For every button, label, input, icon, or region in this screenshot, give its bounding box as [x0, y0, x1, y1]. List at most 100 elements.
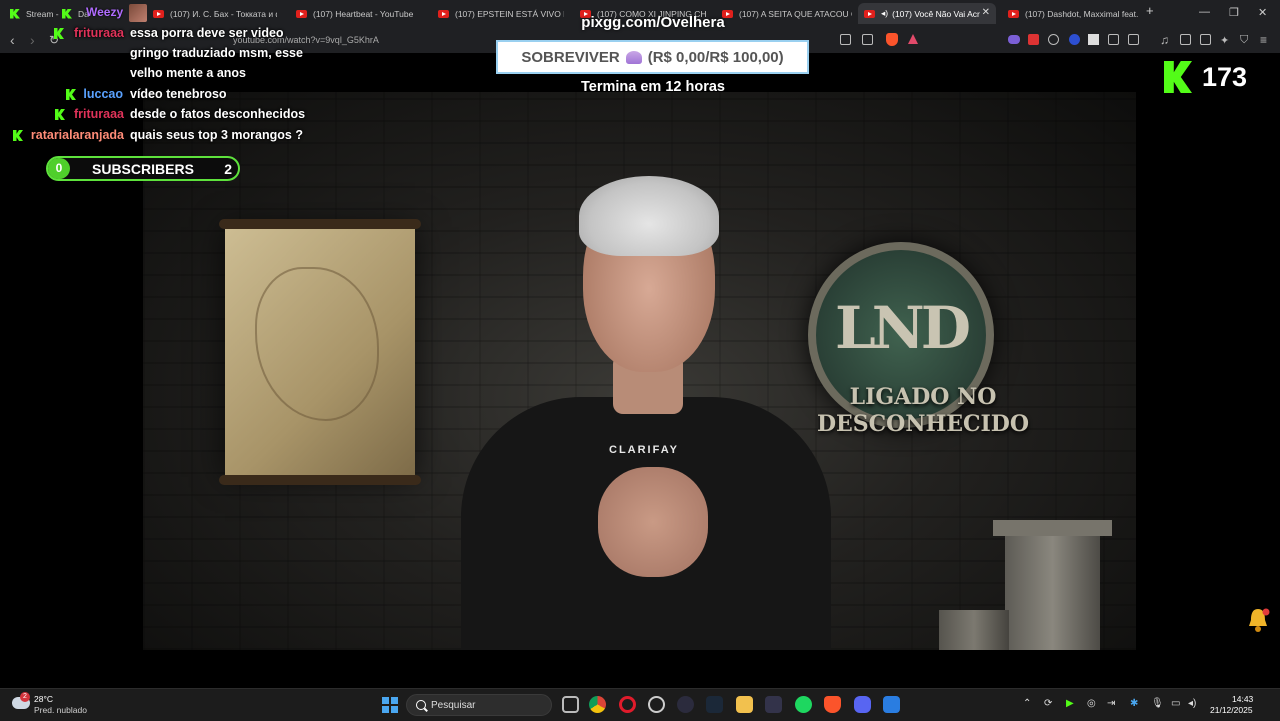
steam-icon[interactable]: [706, 696, 723, 713]
tab-epstein[interactable]: (107) EPSTEIN ESTÁ VIVO E EU: [432, 3, 564, 24]
extension-icon[interactable]: [1088, 34, 1099, 45]
wallet-icon[interactable]: [1200, 34, 1211, 45]
app-icon[interactable]: [765, 696, 782, 713]
close-tab-icon[interactable]: ✕: [982, 7, 990, 18]
bell-icon: [1246, 607, 1270, 633]
tab-bach[interactable]: (107) И. С. Бах - Токката и фу: [147, 3, 277, 24]
tab-label: (107) Heartbeat - YouTube: [313, 8, 414, 19]
clock-time[interactable]: 14:43: [1232, 694, 1253, 704]
youtube-icon: [438, 9, 449, 18]
new-tab-button[interactable]: +: [1146, 3, 1154, 18]
subscriber-goal-bar: 0 SUBSCRIBERS 2: [46, 156, 240, 181]
reading-mode-icon[interactable]: [1128, 34, 1139, 45]
forward-icon[interactable]: ›: [30, 32, 35, 48]
chat-text: quais seus top 3 morangos ?: [130, 128, 303, 142]
goal-label: SOBREVIVER: [521, 48, 620, 66]
brave-shield-icon[interactable]: [886, 33, 898, 46]
app-icon[interactable]: [648, 696, 665, 713]
chat-text: essa porra deve ser video: [130, 26, 284, 40]
leo-ai-icon[interactable]: ✦: [1220, 34, 1229, 47]
praying-hands-icon: [625, 50, 642, 64]
weather-temp[interactable]: 28°C: [34, 694, 53, 704]
tab-stream[interactable]: Stream -: [4, 3, 60, 24]
donation-goal-box: SOBREVIVER (R$ 0,00/R$ 100,00): [496, 40, 809, 74]
puzzle-icon[interactable]: [1108, 34, 1119, 45]
kick-badge-icon: [66, 89, 76, 100]
taskbar-search[interactable]: Pesquisar: [406, 694, 552, 716]
tray-icon[interactable]: ⇥: [1107, 698, 1115, 709]
vpn-shield-icon[interactable]: ⛉: [1240, 34, 1248, 47]
chat-text: desde o fatos desconhecidos: [130, 107, 306, 121]
tab-label: (107) Você Não Vai Acr: [892, 8, 980, 19]
tray-icon[interactable]: ◎: [1087, 698, 1096, 709]
chat-username: frituraaa: [73, 26, 124, 40]
brave-icon[interactable]: [824, 696, 841, 713]
windows-taskbar: 2 28°C Pred. nublado Pesquisar ⌃ ⟳ ▶ ◎ ⇥…: [0, 688, 1280, 721]
tab-label: (107) EPSTEIN ESTÁ VIVO E EU: [455, 8, 564, 19]
stone-pillar: [993, 520, 1112, 650]
map-scroll: [219, 219, 421, 485]
youtube-icon: [1008, 9, 1019, 18]
extension-icon[interactable]: [1028, 34, 1039, 45]
file-explorer-icon[interactable]: [736, 696, 753, 713]
bluetooth-icon[interactable]: ✱: [1130, 698, 1138, 709]
share-icon[interactable]: [862, 34, 873, 45]
microphone-icon[interactable]: 🎙: [1151, 698, 1164, 709]
extension-icon[interactable]: [1069, 34, 1080, 45]
tray-play-icon[interactable]: ▶: [1066, 698, 1074, 709]
subs-goal: 2: [224, 161, 232, 177]
subs-label: SUBSCRIBERS: [92, 161, 194, 177]
stone-pillar: [939, 610, 1009, 650]
spotify-icon[interactable]: [795, 696, 812, 713]
tab-active-video[interactable]: ◂) (107) Você Não Vai Acr ✕: [858, 3, 996, 24]
clock-date[interactable]: 21/12/2025: [1210, 705, 1253, 715]
close-window-icon[interactable]: ✕: [1258, 6, 1267, 19]
extension-icon[interactable]: [1008, 35, 1020, 44]
extension-icon[interactable]: [1048, 34, 1059, 45]
speaker-icon: ◂): [881, 8, 889, 18]
weather-badge: 2: [20, 692, 30, 702]
tab-label: Stream -: [26, 8, 59, 19]
goal-amount: (R$ 0,00/R$ 100,00): [647, 48, 784, 66]
sidebar-icon[interactable]: [1180, 34, 1191, 45]
discord-icon[interactable]: [854, 696, 871, 713]
video-player[interactable]: LND LIGADO NO DESCONHECIDO CLARIFAY: [143, 92, 1136, 650]
volume-icon[interactable]: ◂): [1188, 698, 1196, 709]
app-icon[interactable]: [677, 696, 694, 713]
chat-text: gringo traduziado msm, esse: [130, 46, 303, 60]
streamer-tag: Weezy: [86, 5, 124, 19]
tab-dashdot[interactable]: (107) Dashdot, Maxximal feat.: [1002, 3, 1138, 24]
presenter-hair: [579, 176, 719, 256]
start-button[interactable]: [382, 697, 398, 713]
tray-icon[interactable]: ⟳: [1044, 698, 1052, 709]
app-icon[interactable]: [883, 696, 900, 713]
cast-icon[interactable]: [840, 34, 851, 45]
chat-text: vídeo tenebroso: [130, 87, 227, 101]
opera-icon[interactable]: [619, 696, 636, 713]
menu-icon[interactable]: ≡: [1260, 33, 1267, 47]
task-view-icon[interactable]: [562, 696, 579, 713]
chrome-icon[interactable]: [589, 696, 606, 713]
music-icon[interactable]: ♫: [1160, 33, 1169, 47]
tab-label: (107) Dashdot, Maxximal feat.: [1025, 8, 1138, 19]
logo-text: LIGADO NO DESCONHECIDO: [803, 384, 1043, 438]
search-icon: [416, 700, 426, 710]
youtube-icon: [864, 9, 875, 18]
presenter-hands: [598, 467, 708, 577]
network-icon[interactable]: ▭: [1171, 698, 1180, 709]
chat-text: velho mente a anos: [130, 66, 247, 80]
chat-username: luccao: [83, 87, 123, 101]
minimize-icon[interactable]: —: [1199, 6, 1210, 18]
kick-badge-icon: [55, 109, 65, 120]
maximize-icon[interactable]: ❐: [1229, 6, 1239, 19]
chat-username: frituraaa: [73, 107, 124, 121]
viewer-counter: 173: [1164, 60, 1247, 94]
tab-heartbeat[interactable]: (107) Heartbeat - YouTube: [290, 3, 425, 24]
viewer-count: 173: [1202, 61, 1248, 92]
kick-logo-icon: [1164, 61, 1192, 93]
kick-badge-icon: [13, 130, 23, 141]
tray-chevron-icon[interactable]: ⌃: [1023, 698, 1031, 709]
back-icon[interactable]: ‹: [10, 32, 15, 48]
weather-desc[interactable]: Pred. nublado: [34, 705, 87, 715]
brave-rewards-icon[interactable]: [908, 34, 918, 44]
